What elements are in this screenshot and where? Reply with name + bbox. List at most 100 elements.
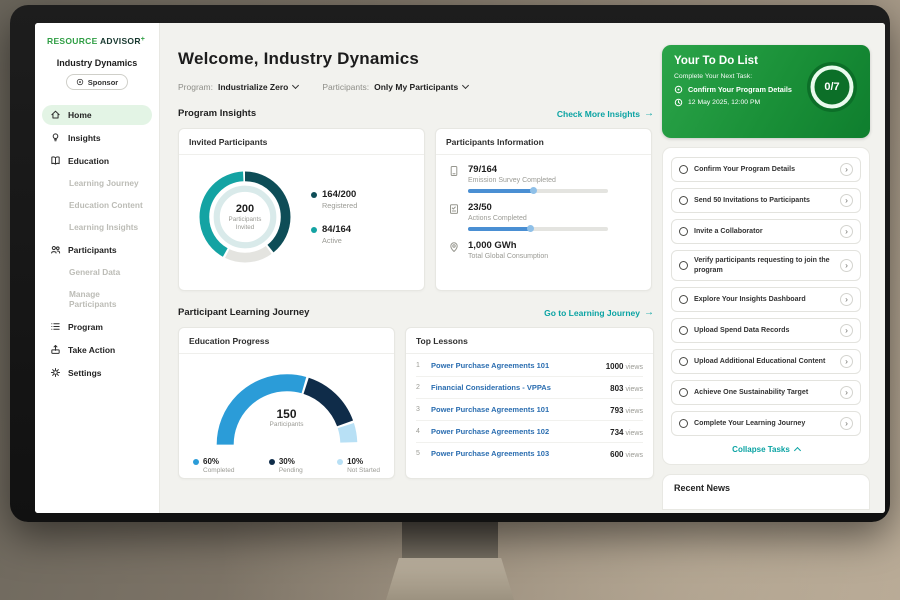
task-chevron-icon[interactable] [840,386,853,399]
sidebar-item-take-action[interactable]: Take Action [42,340,152,360]
program-filter[interactable]: Program: Industrialize Zero [178,82,298,92]
task-checkbox[interactable] [679,357,688,366]
task-checkbox[interactable] [679,196,688,205]
task-checkbox[interactable] [679,227,688,236]
content-area: Welcome, Industry Dynamics Program: Indu… [160,23,885,513]
card-title: Invited Participants [179,129,424,155]
lesson-link[interactable]: Financial Considerations - VPPAs [431,383,603,392]
target-icon [674,85,683,94]
task-chevron-icon[interactable] [840,355,853,368]
todo-task[interactable]: Invite a Collaborator [671,219,861,244]
invited-participants-donut: 200 Participants Invited [192,164,298,270]
donut-center-value: 200 [236,203,254,215]
learning-section-head: Participant Learning Journey Go to Learn… [178,307,654,318]
lesson-views: 793 [610,406,623,415]
recent-news-card: Recent News [662,474,870,510]
lesson-link[interactable]: Power Purchase Agreements 101 [431,405,603,414]
logo-word-advisor: ADVISOR [100,36,141,46]
sidebar-item-label: Settings [68,368,102,378]
sponsor-badge[interactable]: Sponsor [66,74,128,90]
list-icon [50,321,61,332]
sidebar-item-settings[interactable]: Settings [42,363,152,383]
section-title-program-insights: Program Insights [178,108,256,119]
sidebar-item-learning-journey[interactable]: Learning Journey [42,174,152,193]
todo-tasks-card: Confirm Your Program Details Send 50 Inv… [662,147,870,465]
info-label: Emission Survey Completed [468,177,608,184]
lesson-link[interactable]: Power Purchase Agreements 103 [431,449,603,458]
task-chevron-icon[interactable] [840,417,853,430]
sidebar-item-insights[interactable]: Insights [42,128,152,148]
arrow-right-icon [644,307,654,318]
go-to-learning-journey-link[interactable]: Go to Learning Journey [544,307,654,318]
task-checkbox[interactable] [679,295,688,304]
task-chevron-icon[interactable] [840,324,853,337]
task-checkbox[interactable] [679,165,688,174]
chevron-down-icon [462,82,469,89]
sidebar-item-label: Education Content [69,200,143,210]
sidebar-item-label: Learning Insights [69,222,138,232]
todo-task[interactable]: Upload Additional Educational Content [671,349,861,374]
top-lessons-card: Top Lessons 1 Power Purchase Agreements … [405,327,654,479]
lesson-views: 803 [610,384,623,393]
sidebar-item-participants[interactable]: Participants [42,240,152,260]
sidebar: RESOURCE ADVISOR+ Industry Dynamics Spon… [35,23,160,513]
todo-task[interactable]: Achieve One Sustainability Target [671,380,861,405]
lesson-link[interactable]: Power Purchase Agreements 101 [431,361,599,370]
card-title: Top Lessons [406,328,653,354]
people-icon [50,244,61,255]
checklist-icon [448,203,460,215]
card-title: Education Progress [179,328,394,354]
recent-news-title: Recent News [674,483,730,493]
lesson-row: 5 Power Purchase Agreements 103 600views [416,443,643,464]
task-chevron-icon[interactable] [840,194,853,207]
legend-value: 84/164 [322,224,351,235]
task-chevron-icon[interactable] [840,293,853,306]
location-pin-icon [448,241,460,253]
sidebar-item-general-data[interactable]: General Data [42,263,152,282]
arrow-right-icon [644,108,654,119]
sponsor-badge-label: Sponsor [88,78,118,87]
info-value: 79/164 [468,164,608,175]
task-checkbox[interactable] [679,388,688,397]
task-checkbox[interactable] [679,326,688,335]
home-icon [50,109,61,120]
sidebar-item-manage-participants[interactable]: Manage Participants [42,285,152,314]
participants-filter[interactable]: Participants: Only My Participants [322,82,468,92]
lesson-views: 600 [610,450,623,459]
task-chevron-icon[interactable] [840,225,853,238]
sidebar-item-program[interactable]: Program [42,317,152,337]
program-filter-value: Industrialize Zero [218,82,288,92]
participants-filter-label: Participants: [322,82,369,92]
task-checkbox[interactable] [679,261,688,270]
todo-task[interactable]: Complete Your Learning Journey [671,411,861,436]
sidebar-item-education-content[interactable]: Education Content [42,196,152,215]
task-chevron-icon[interactable] [840,163,853,176]
donut-legend: 164/200 Registered 84/164 Active [311,189,357,245]
sidebar-item-label: Manage Participants [69,289,144,309]
todo-task[interactable]: Upload Spend Data Records [671,318,861,343]
education-progress-gauge: 150 Participants [202,361,372,454]
todo-task[interactable]: Verify participants requesting to join t… [671,250,861,281]
program-filter-label: Program: [178,82,213,92]
task-chevron-icon[interactable] [840,259,853,272]
invited-participants-card: Invited Participants [178,128,425,291]
gauge-center-label: Participants [202,421,372,428]
todo-task[interactable]: Confirm Your Program Details [671,157,861,182]
lesson-link[interactable]: Power Purchase Agreements 102 [431,427,603,436]
gauge-legend: 60% Completed 30% Pending 10% Not Starte… [179,454,394,474]
todo-task[interactable]: Send 50 Invitations to Participants [671,188,861,213]
sidebar-item-home[interactable]: Home [42,105,152,125]
sidebar-item-education[interactable]: Education [42,151,152,171]
participants-filter-value: Only My Participants [374,82,458,92]
learning-cards-row: Education Progress 150 Participants [178,327,654,479]
logo-plus: + [141,36,145,43]
collapse-tasks-link[interactable]: Collapse Tasks [671,442,861,461]
task-checkbox[interactable] [679,419,688,428]
org-name: Industry Dynamics [35,58,159,68]
check-more-insights-link[interactable]: Check More Insights [557,108,654,119]
participants-information-card: Participants Information 79/164 Emission… [435,128,652,291]
todo-task[interactable]: Explore Your Insights Dashboard [671,287,861,312]
todo-column: Your To Do List Complete Your Next Task:… [662,45,870,510]
sidebar-item-label: Take Action [68,345,115,355]
sidebar-item-learning-insights[interactable]: Learning Insights [42,218,152,237]
